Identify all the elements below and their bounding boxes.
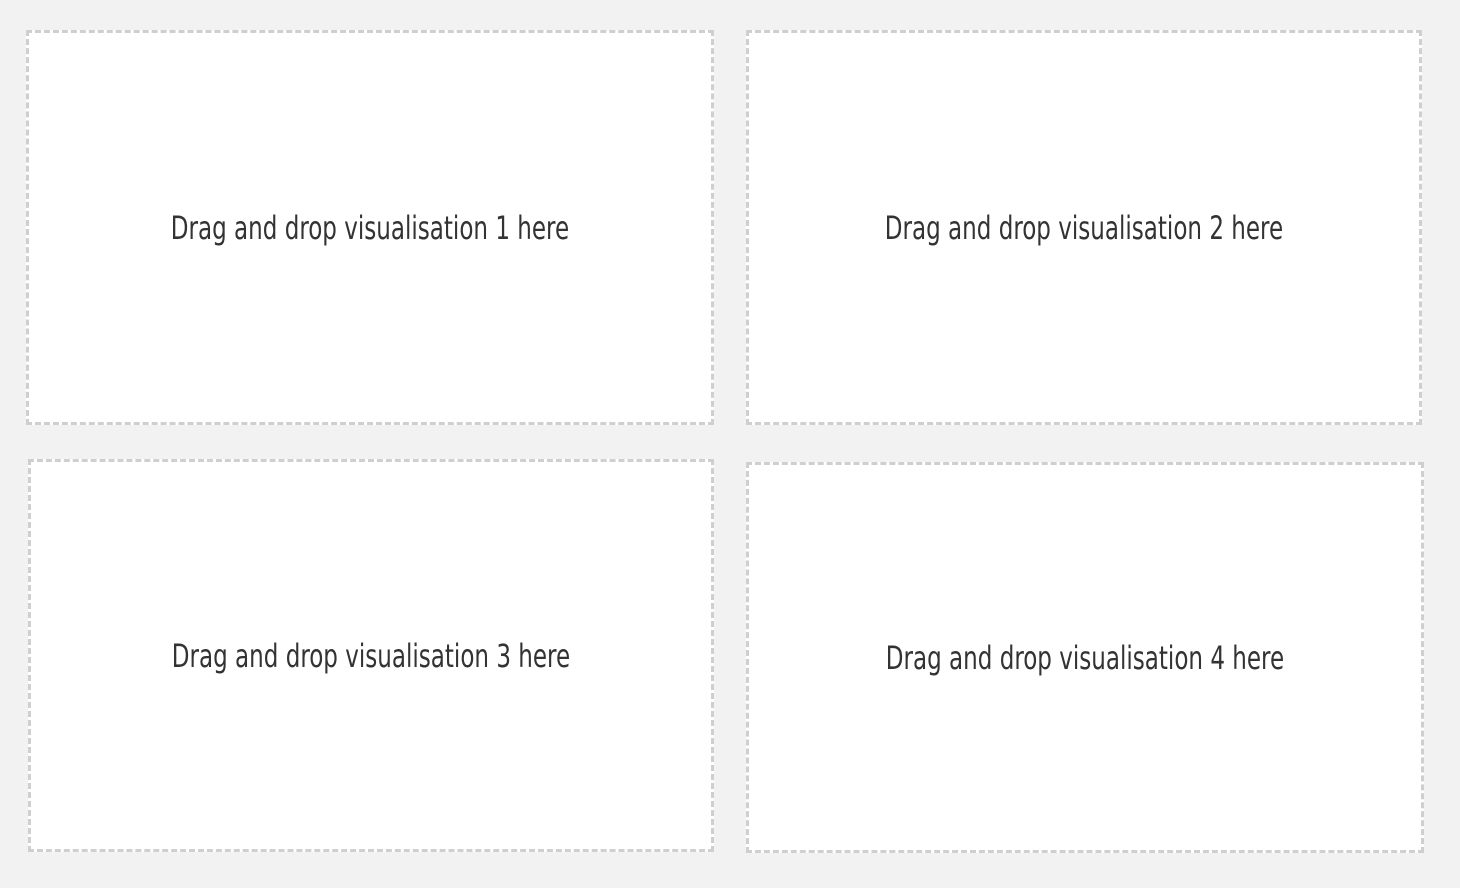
dropzone-label: Drag and drop visualisation 3 here (171, 636, 571, 675)
dropzone-label: Drag and drop visualisation 4 here (885, 638, 1285, 677)
dropzone-visualisation-2[interactable]: Drag and drop visualisation 2 here (746, 30, 1422, 425)
dropzone-label: Drag and drop visualisation 2 here (884, 208, 1284, 247)
dropzone-visualisation-1[interactable]: Drag and drop visualisation 1 here (26, 30, 714, 425)
dropzone-visualisation-3[interactable]: Drag and drop visualisation 3 here (28, 459, 714, 852)
dropzone-label: Drag and drop visualisation 1 here (170, 208, 570, 247)
dropzone-visualisation-4[interactable]: Drag and drop visualisation 4 here (746, 462, 1424, 853)
